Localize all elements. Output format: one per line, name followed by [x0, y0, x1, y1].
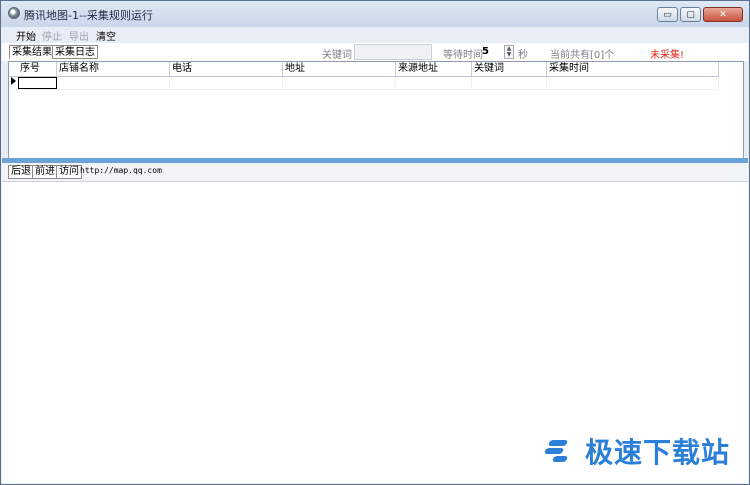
- menu-clear[interactable]: 清空: [96, 28, 116, 43]
- back-button[interactable]: 后退: [8, 165, 34, 179]
- results-grid[interactable]: 序号 店铺名称 电话 地址 来源地址 关键词 采集时间: [8, 61, 744, 159]
- column-header-shop-name[interactable]: 店铺名称: [57, 62, 170, 76]
- visit-button[interactable]: 访问: [56, 165, 82, 179]
- table-cell[interactable]: [18, 77, 57, 89]
- tab-results[interactable]: 采集结果: [9, 45, 55, 59]
- status-text: 未采集!: [650, 50, 685, 61]
- tab-log[interactable]: 采集日志: [52, 45, 98, 59]
- column-header-keyword[interactable]: 关键词: [472, 62, 547, 76]
- column-header-source-address[interactable]: 来源地址: [396, 62, 472, 76]
- toolbar: 采集结果 采集日志 关键词 等待时间 5 ▲ ▼ 秒 当前共有[0]个 未采集!: [2, 43, 748, 61]
- chevron-down-icon[interactable]: ▼: [505, 52, 513, 58]
- column-header-index[interactable]: 序号: [18, 62, 57, 76]
- window-title: 腾讯地图-1--采集规则运行: [24, 9, 153, 22]
- table-row[interactable]: [18, 77, 719, 90]
- wait-unit-label: 秒: [518, 50, 528, 61]
- grid-header: 序号 店铺名称 电话 地址 来源地址 关键词 采集时间: [9, 62, 719, 77]
- close-button[interactable]: ✕: [703, 7, 743, 22]
- watermark: 极速下载站: [543, 431, 730, 471]
- menu-bar: 开始 停止 导出 清空: [2, 27, 748, 43]
- menu-stop[interactable]: 停止: [42, 28, 62, 43]
- wait-time-value[interactable]: 5: [480, 44, 503, 60]
- browser-nav-bar: 后退 前进 访问 http://map.qq.com: [2, 163, 748, 182]
- column-header-phone[interactable]: 电话: [170, 62, 283, 76]
- watermark-logo-icon: [543, 437, 581, 465]
- keyword-label: 关键词: [322, 50, 352, 61]
- main-window: 腾讯地图-1--采集规则运行 ▭ ▢ ✕ 开始 停止 导出 清空 采集结果 采集…: [0, 0, 750, 485]
- window-controls: ▭ ▢ ✕: [657, 7, 743, 22]
- table-cell[interactable]: [170, 77, 283, 89]
- stepper-buttons[interactable]: ▲ ▼: [504, 45, 514, 59]
- watermark-text: 极速下载站: [584, 436, 730, 469]
- column-header-address[interactable]: 地址: [283, 62, 396, 76]
- forward-button[interactable]: 前进: [32, 165, 58, 179]
- table-cell[interactable]: [283, 77, 396, 89]
- table-cell[interactable]: [472, 77, 547, 89]
- table-cell[interactable]: [57, 77, 170, 89]
- maximize-button[interactable]: ▢: [680, 7, 701, 22]
- row-indicator-icon: [11, 77, 16, 85]
- menu-export[interactable]: 导出: [69, 28, 89, 43]
- table-cell[interactable]: [396, 77, 472, 89]
- browser-view[interactable]: 极速下载站: [2, 182, 748, 483]
- count-text: 当前共有[0]个: [550, 50, 615, 61]
- app-icon: [8, 7, 20, 19]
- minimize-button[interactable]: ▭: [657, 7, 678, 22]
- table-cell[interactable]: [547, 77, 719, 89]
- menu-start[interactable]: 开始: [16, 28, 36, 43]
- column-header-collect-time[interactable]: 采集时间: [547, 62, 719, 76]
- url-field[interactable]: http://map.qq.com: [80, 166, 162, 175]
- wait-time-stepper[interactable]: 5 ▲ ▼: [480, 44, 516, 60]
- wait-time-label: 等待时间: [443, 50, 483, 61]
- title-bar[interactable]: 腾讯地图-1--采集规则运行 ▭ ▢ ✕: [1, 1, 749, 27]
- keyword-input[interactable]: [354, 44, 432, 60]
